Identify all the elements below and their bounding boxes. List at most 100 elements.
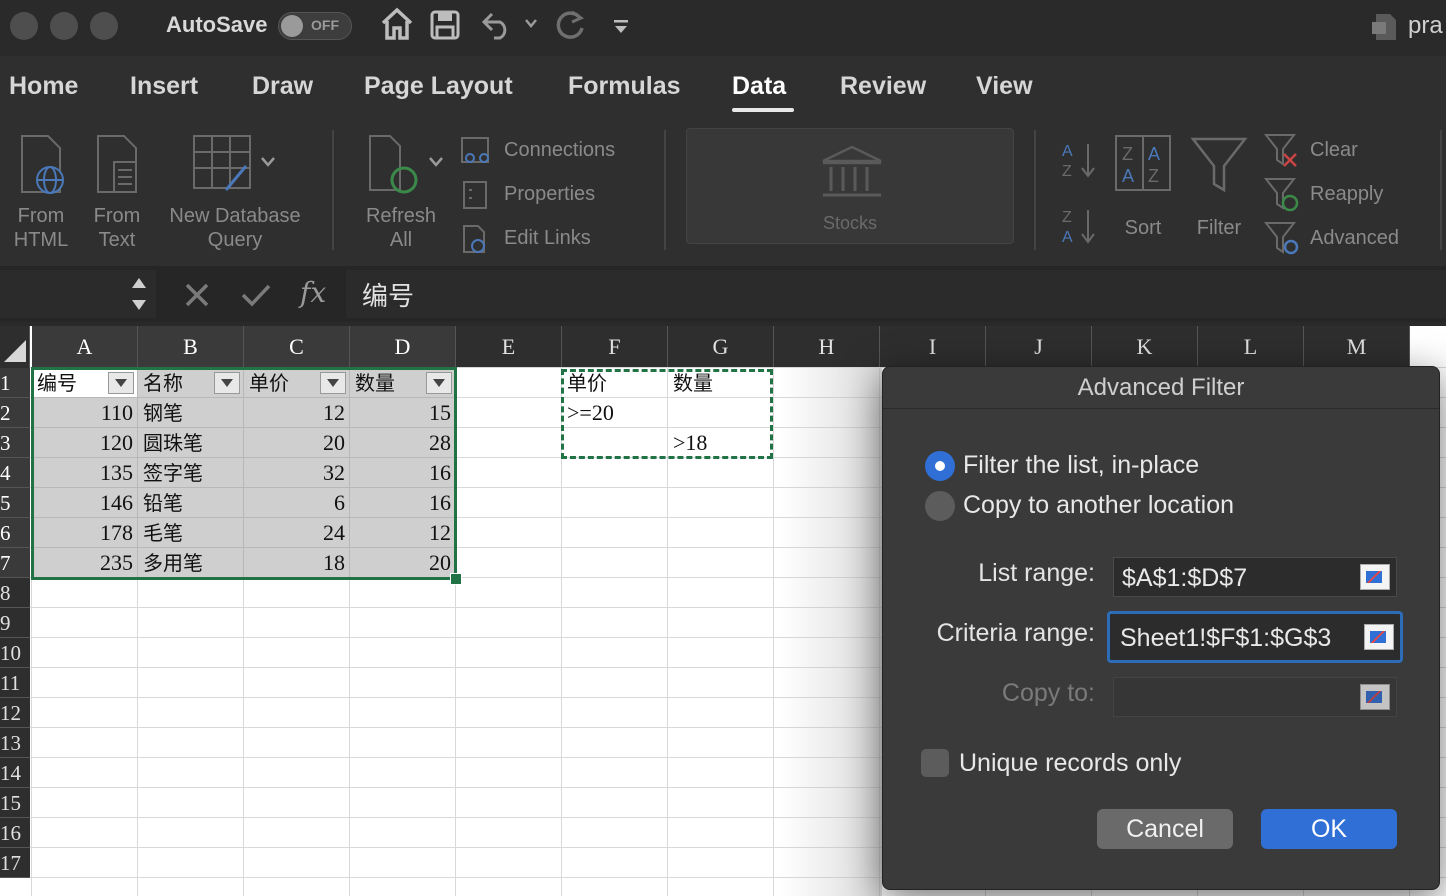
- select-all-button[interactable]: [0, 326, 30, 368]
- cancel-button[interactable]: Cancel: [1097, 809, 1233, 849]
- list-range-label: List range:: [978, 559, 1095, 587]
- active-tab-indicator: [732, 108, 794, 112]
- column-header-m[interactable]: M: [1304, 326, 1410, 368]
- row-header-3[interactable]: 3: [0, 428, 30, 458]
- row-header-7[interactable]: 7: [0, 548, 30, 578]
- autosave-toggle[interactable]: OFF: [278, 12, 352, 40]
- column-header-j[interactable]: J: [986, 326, 1092, 368]
- connections-button[interactable]: Connections: [460, 136, 650, 166]
- autosave-state: OFF: [311, 17, 339, 33]
- name-box[interactable]: [0, 270, 156, 318]
- column-header-h[interactable]: H: [774, 326, 880, 368]
- reapply-label: Reapply: [1310, 183, 1384, 205]
- sort-a-to-z-button[interactable]: AZ: [1060, 138, 1100, 182]
- filter-in-place-label: Filter the list, in-place: [963, 451, 1200, 479]
- ok-button[interactable]: OK: [1261, 809, 1397, 849]
- stocks-button[interactable]: Stocks: [686, 128, 1014, 244]
- autosave-label: AutoSave: [166, 12, 268, 37]
- undo-dropdown-icon[interactable]: [524, 16, 538, 34]
- formula-input[interactable]: [346, 270, 1446, 318]
- customize-toolbar-icon[interactable]: [612, 18, 630, 41]
- tab-insert[interactable]: Insert: [130, 72, 198, 101]
- select-all-triangle-icon: [4, 340, 26, 362]
- list-range-collapse-icon[interactable]: [1360, 564, 1390, 590]
- tab-data[interactable]: Data: [732, 72, 786, 101]
- sort-z-to-a-button[interactable]: ZA: [1060, 204, 1100, 248]
- column-header-f[interactable]: F: [562, 326, 668, 368]
- tab-home[interactable]: Home: [9, 72, 78, 101]
- row-header-2[interactable]: 2: [0, 398, 30, 428]
- html-document-icon: [21, 135, 64, 194]
- check-icon[interactable]: [240, 282, 272, 308]
- undo-icon[interactable]: [480, 10, 514, 45]
- close-window-button[interactable]: [10, 12, 38, 40]
- clear-filter-icon: [1264, 134, 1297, 167]
- formula-content: 编号: [362, 282, 415, 312]
- row-header-16[interactable]: 16: [0, 818, 30, 848]
- row-header-17[interactable]: 17: [0, 848, 30, 878]
- row-header-5[interactable]: 5: [0, 488, 30, 518]
- unique-records-checkbox[interactable]: Unique records only: [921, 749, 1221, 781]
- column-header-c[interactable]: C: [244, 326, 350, 368]
- column-header-e[interactable]: E: [456, 326, 562, 368]
- row-header-14[interactable]: 14: [0, 758, 30, 788]
- home-icon[interactable]: [380, 6, 414, 47]
- radio-unselected-indicator: [925, 491, 955, 521]
- connections-label: Connections: [504, 139, 616, 161]
- copy-to-collapse-icon[interactable]: [1360, 684, 1390, 710]
- row-header-9[interactable]: 9: [0, 608, 30, 638]
- advanced-filter-button[interactable]: Advanced: [1264, 220, 1434, 256]
- minimize-window-button[interactable]: [50, 12, 78, 40]
- tab-view[interactable]: View: [976, 72, 1033, 101]
- column-header-k[interactable]: K: [1092, 326, 1198, 368]
- properties-button[interactable]: Properties: [460, 180, 650, 210]
- redo-icon[interactable]: [554, 8, 588, 47]
- criteria-range-collapse-icon[interactable]: [1364, 624, 1394, 650]
- stocks-bank-icon: [822, 145, 882, 197]
- svg-text:Z: Z: [1148, 166, 1159, 186]
- row-header-4[interactable]: 4: [0, 458, 30, 488]
- advanced-filter-icon: [1264, 222, 1299, 255]
- tab-formulas[interactable]: Formulas: [568, 72, 681, 101]
- column-header-a[interactable]: A: [32, 326, 138, 368]
- row-header-6[interactable]: 6: [0, 518, 30, 548]
- edit-links-icon: [463, 225, 485, 253]
- fx-label[interactable]: fx: [300, 276, 326, 309]
- radio-filter-in-place[interactable]: Filter the list, in-place: [925, 451, 1245, 483]
- list-range-field[interactable]: $A$1:$D$7: [1113, 557, 1397, 597]
- criteria-range-field[interactable]: Sheet1!$F$1:$G$3: [1107, 611, 1403, 663]
- radio-copy-to-location[interactable]: Copy to another location: [925, 491, 1265, 523]
- column-header-g[interactable]: G: [668, 326, 774, 368]
- tab-page-layout[interactable]: Page Layout: [364, 72, 513, 101]
- name-box-stepper-icon[interactable]: [130, 274, 148, 314]
- row-header-15[interactable]: 15: [0, 788, 30, 818]
- column-header-l[interactable]: L: [1198, 326, 1304, 368]
- row-header-10[interactable]: 10: [0, 638, 30, 668]
- fill-handle[interactable]: [450, 573, 462, 585]
- criteria-range-label: Criteria range:: [936, 619, 1095, 647]
- edit-links-label: Edit Links: [504, 227, 591, 249]
- ribbon: From HTML From Text New Database Query R…: [0, 124, 1446, 267]
- zoom-window-button[interactable]: [90, 12, 118, 40]
- reapply-button[interactable]: Reapply: [1264, 176, 1434, 212]
- svg-text:Z: Z: [1062, 163, 1072, 180]
- x-icon[interactable]: [184, 282, 210, 308]
- advanced-filter-dialog: Advanced Filter Filter the list, in-plac…: [882, 366, 1440, 890]
- clear-filter-button[interactable]: Clear: [1264, 132, 1434, 168]
- row-header-12[interactable]: 12: [0, 698, 30, 728]
- column-header-d[interactable]: D: [350, 326, 456, 368]
- row-header-8[interactable]: 8: [0, 578, 30, 608]
- column-header-b[interactable]: B: [138, 326, 244, 368]
- row-header-1[interactable]: 1: [0, 368, 30, 398]
- row-header-13[interactable]: 13: [0, 728, 30, 758]
- copy-to-field[interactable]: [1113, 677, 1397, 717]
- tab-review[interactable]: Review: [840, 72, 926, 101]
- radio-selected-indicator: [925, 451, 955, 481]
- edit-links-button[interactable]: Edit Links: [460, 224, 650, 254]
- tab-draw[interactable]: Draw: [252, 72, 313, 101]
- row-header-11[interactable]: 11: [0, 668, 30, 698]
- column-header-i[interactable]: I: [880, 326, 986, 368]
- save-icon[interactable]: [430, 10, 460, 45]
- new-db-query-label-1: New Database: [169, 205, 301, 227]
- criteria-range-marquee: [561, 369, 773, 459]
